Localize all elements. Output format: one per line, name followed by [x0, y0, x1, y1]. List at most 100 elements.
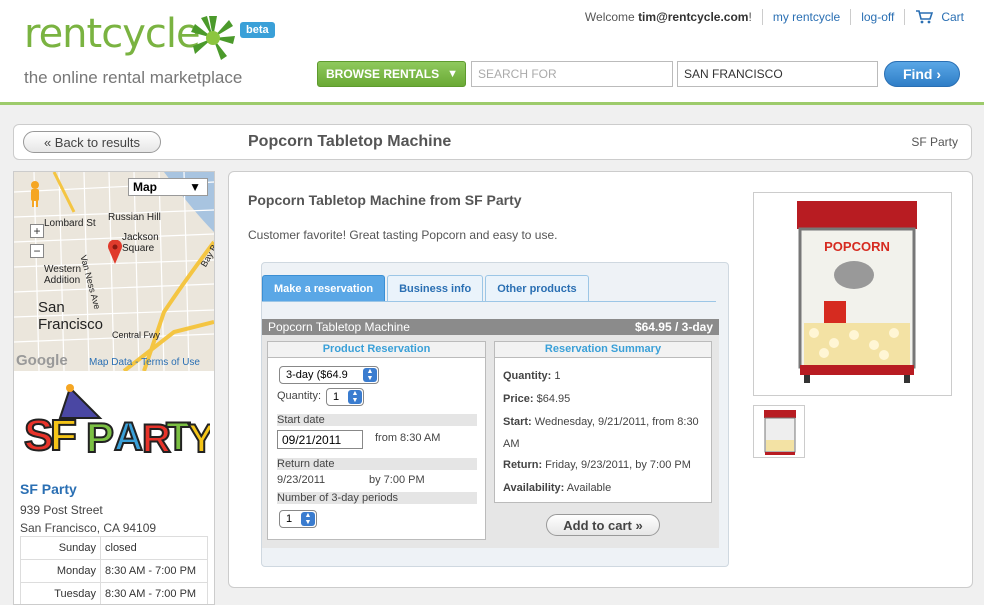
- table-row: Tuesday 8:30 AM - 7:00 PM: [20, 582, 208, 604]
- tab-make-reservation[interactable]: Make a reservation: [262, 275, 386, 301]
- summary-return-label: Return:: [503, 459, 543, 471]
- start-date-label: Start date: [277, 414, 477, 426]
- table-row: Monday 8:30 AM - 7:00 PM: [20, 559, 208, 583]
- product-reservation-title: Product Reservation: [268, 342, 485, 358]
- thumbnail-image: [764, 410, 796, 455]
- hours-day: Tuesday: [20, 582, 101, 604]
- summary-return-value: Friday, 9/23/2011, by 7:00 PM: [545, 459, 691, 471]
- logo-wordmark: rentcycle: [24, 11, 201, 57]
- summary-quantity: Quantity: 1: [503, 365, 708, 387]
- cart-icon: [916, 10, 934, 24]
- product-thumbnail[interactable]: [753, 405, 805, 458]
- chevron-down-icon: ▼: [447, 68, 458, 80]
- quantity-select[interactable]: 1 ▲ ▼: [326, 388, 364, 406]
- product-panel: Popcorn Tabletop Machine from SF Party C…: [228, 171, 973, 588]
- summary-start: Start: Wednesday, 9/21/2011, from 8:30 A…: [503, 411, 708, 455]
- zoom-in-icon[interactable]: +: [30, 224, 44, 238]
- sf-party-logo: S F P A R T Y: [23, 384, 210, 462]
- cart-label: Cart: [941, 9, 964, 24]
- vendor-sidebar: Map ▼ + − Lombard St Russian Hill Jackson…: [13, 171, 215, 605]
- hours-time: 8:30 AM - 7:00 PM: [100, 559, 208, 583]
- tab-business-info[interactable]: Business info: [387, 275, 484, 301]
- product-heading: Popcorn Tabletop Machine from SF Party: [248, 192, 522, 208]
- dropdown-arrow-icon: ▼: [189, 180, 201, 194]
- search-input[interactable]: [471, 61, 673, 87]
- my-rentcycle-link[interactable]: my rentcycle: [773, 10, 840, 24]
- cart-link[interactable]: Cart: [915, 10, 964, 25]
- tab-underline: [262, 301, 716, 302]
- find-label: Find: [902, 66, 933, 82]
- svg-text:F: F: [50, 411, 77, 460]
- select-arrows-icon: ▲ ▼: [348, 390, 362, 404]
- back-to-results-button[interactable]: « Back to results: [23, 131, 161, 153]
- city-input[interactable]: SAN FRANCISCO: [677, 61, 878, 87]
- hours-time: 8:30 AM - 7:00 PM: [100, 582, 208, 604]
- rentcycle-logo[interactable]: rentcycle beta the online rental marketp…: [24, 11, 275, 87]
- welcome-prefix: Welcome: [584, 10, 639, 24]
- add-to-cart-button[interactable]: Add to cart »: [546, 514, 660, 536]
- beta-badge: beta: [240, 22, 275, 38]
- summary-price: Price: $64.95: [503, 388, 708, 410]
- periods-select[interactable]: 1 ▲ ▼: [279, 510, 317, 528]
- map-data-link[interactable]: Map Data - Terms of Use: [89, 357, 200, 368]
- tab-other-products[interactable]: Other products: [485, 275, 589, 301]
- rental-period-select[interactable]: 3-day ($64.9 ▲ ▼: [279, 366, 379, 384]
- tab-bar: Make a reservation Business info Other p…: [262, 275, 591, 301]
- summary-quantity-label: Quantity:: [503, 370, 552, 382]
- start-time-text: from 8:30 AM: [375, 432, 441, 444]
- vendor-link[interactable]: SF Party: [911, 135, 958, 149]
- return-date-label: Return date: [277, 458, 477, 470]
- hours-day: Sunday: [20, 536, 101, 560]
- find-button[interactable]: Find ›: [884, 61, 960, 87]
- pegman-icon[interactable]: [28, 180, 42, 208]
- leaf-burst-icon: [191, 16, 235, 60]
- site-header: rentcycle beta the online rental marketp…: [0, 0, 984, 103]
- select-arrows-icon: ▲ ▼: [301, 512, 315, 526]
- table-row: Sunday closed: [20, 536, 208, 560]
- summary-start-label: Start:: [503, 416, 532, 428]
- logoff-link[interactable]: log-off: [861, 10, 894, 24]
- map-label: Lombard St: [44, 218, 96, 229]
- zoom-out-icon[interactable]: −: [30, 244, 44, 258]
- browse-rentals-label: BROWSE RENTALS: [326, 67, 440, 81]
- map-type-select[interactable]: Map ▼: [128, 178, 208, 196]
- welcome-suffix: !: [748, 10, 752, 24]
- user-email: tim@rentcycle.com: [638, 10, 749, 24]
- summary-availability-value: Available: [566, 482, 612, 494]
- select-arrows-icon: ▲ ▼: [363, 368, 377, 382]
- browse-rentals-button[interactable]: BROWSE RENTALS ▼: [317, 61, 466, 87]
- summary-price-label: Price:: [503, 393, 534, 405]
- svg-text:S: S: [24, 411, 53, 460]
- welcome-text: Welcome tim@rentcycle.com!: [585, 10, 752, 24]
- city-value: SAN FRANCISCO: [684, 67, 783, 81]
- reservation-panel: Make a reservation Business info Other p…: [261, 262, 729, 567]
- page-title: Popcorn Tabletop Machine: [248, 133, 452, 150]
- product-photo[interactable]: POPCORN: [753, 192, 952, 396]
- map-label: Russian Hill: [108, 212, 161, 223]
- map-label: Jackson Square: [122, 232, 159, 254]
- return-time-text: by 7:00 PM: [369, 474, 425, 486]
- google-logo: Google: [16, 352, 68, 369]
- terms-link[interactable]: Terms of Use: [141, 357, 200, 368]
- summary-return: Return: Friday, 9/23/2011, by 7:00 PM: [503, 454, 708, 476]
- start-date-input[interactable]: 09/21/2011: [277, 430, 363, 449]
- title-bar: « Back to results Popcorn Tabletop Machi…: [13, 124, 972, 160]
- svg-text:P: P: [86, 414, 114, 461]
- map-data-label: Map Data: [89, 357, 133, 368]
- periods-value: 1: [286, 513, 293, 525]
- vendor-address-line2: San Francisco, CA 94109: [20, 521, 157, 535]
- reservation-summary-title: Reservation Summary: [495, 342, 711, 358]
- top-nav: Welcome tim@rentcycle.com! my rentcycle …: [585, 9, 964, 25]
- popcorn-sign: POPCORN: [824, 239, 890, 254]
- periods-label: Number of 3-day periods: [277, 492, 477, 504]
- summary-price-value: $64.95: [536, 393, 571, 405]
- svg-text:A: A: [114, 415, 143, 459]
- return-date-value: 9/23/2011: [277, 474, 326, 486]
- vendor-map[interactable]: Map ▼ + − Lombard St Russian Hill Jackson…: [14, 172, 214, 371]
- summary-availability-label: Availability:: [503, 482, 565, 494]
- hours-day: Monday: [20, 559, 101, 583]
- vendor-name[interactable]: SF Party: [20, 481, 77, 497]
- summary-start-value: Wednesday, 9/21/2011, from 8:30 AM: [503, 416, 699, 450]
- product-bar-price: $64.95 / 3-day: [634, 320, 713, 334]
- summary-availability: Availability: Available: [503, 477, 708, 499]
